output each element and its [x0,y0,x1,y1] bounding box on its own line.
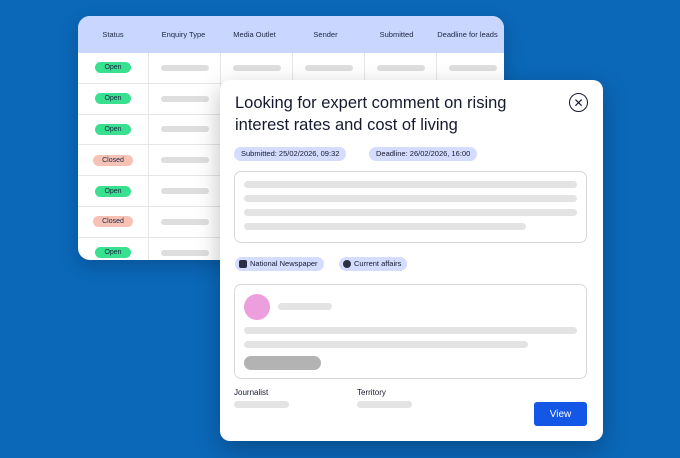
column-header-sender[interactable]: Sender [290,30,361,39]
placeholder-line [244,195,577,202]
status-badge: Open [95,62,131,74]
status-cell: Open [78,114,149,145]
status-badge: Open [95,185,131,197]
placeholder-button[interactable] [244,356,321,370]
table-header: Status Enquiry Type Media Outlet Sender … [78,16,504,53]
table-cell [149,114,221,145]
status-cell: Open [78,83,149,114]
territory-value-placeholder [357,401,412,408]
table-cell [149,206,221,237]
status-cell: Open [78,53,149,83]
table-cell [221,53,293,83]
placeholder-line [244,223,526,230]
status-cell: Open [78,176,149,206]
cell-placeholder [448,64,497,71]
table-cell [149,176,221,206]
status-cell: Closed [78,145,149,176]
close-icon[interactable]: ✕ [569,93,588,112]
cell-placeholder [160,95,209,102]
journalist-value-placeholder [234,401,289,408]
status-cell: Closed [78,206,149,237]
table-cell [293,53,365,83]
cell-placeholder [160,126,209,133]
tag-label: Current affairs [354,259,402,268]
cell-placeholder [160,64,209,71]
enquiry-detail-card: Looking for expert comment on rising int… [220,80,603,441]
column-header-status[interactable]: Status [78,30,148,39]
cell-placeholder [160,218,209,225]
enquiry-title: Looking for expert comment on rising int… [235,94,507,134]
cell-placeholder [160,249,209,256]
journalist-label: Journalist [234,388,269,397]
description-placeholder [234,171,587,243]
cell-placeholder [160,188,209,195]
status-badge: Open [95,123,131,135]
column-header-deadline[interactable]: Deadline for leads [432,30,503,39]
status-badge: Open [95,93,131,105]
tag-label: National Newspaper [250,259,318,268]
status-badge: Open [95,247,131,259]
status-badge: Closed [93,216,133,228]
cell-placeholder [160,157,209,164]
table-cell [149,145,221,176]
status-badge: Closed [93,154,133,166]
view-button[interactable]: View [534,402,587,426]
placeholder-line [244,181,577,188]
tag-media-type[interactable]: National Newspaper [235,257,324,271]
submitted-chip: Submitted: 25/02/2026, 09:32 [234,147,347,161]
status-cell: Open [78,237,149,260]
placeholder-line [278,303,332,310]
placeholder-line [244,209,577,216]
avatar [244,294,270,320]
table-cell [149,83,221,114]
newspaper-icon [239,260,247,268]
table-cell [365,53,437,83]
sender-card [234,284,587,379]
cell-placeholder [232,64,281,71]
column-header-enquiry-type[interactable]: Enquiry Type [148,30,219,39]
deadline-chip: Deadline: 26/02/2026, 16:00 [369,147,478,161]
cell-placeholder [304,64,353,71]
column-header-media-outlet[interactable]: Media Outlet [219,30,290,39]
table-cell [437,53,504,83]
placeholder-line [244,327,577,334]
cell-placeholder [376,64,425,71]
territory-label: Territory [357,388,386,397]
table-cell [149,237,221,260]
tag-topic[interactable]: Current affairs [339,257,408,271]
topic-icon [343,260,351,268]
column-header-submitted[interactable]: Submitted [361,30,432,39]
table-cell [149,53,221,83]
placeholder-line [244,341,528,348]
